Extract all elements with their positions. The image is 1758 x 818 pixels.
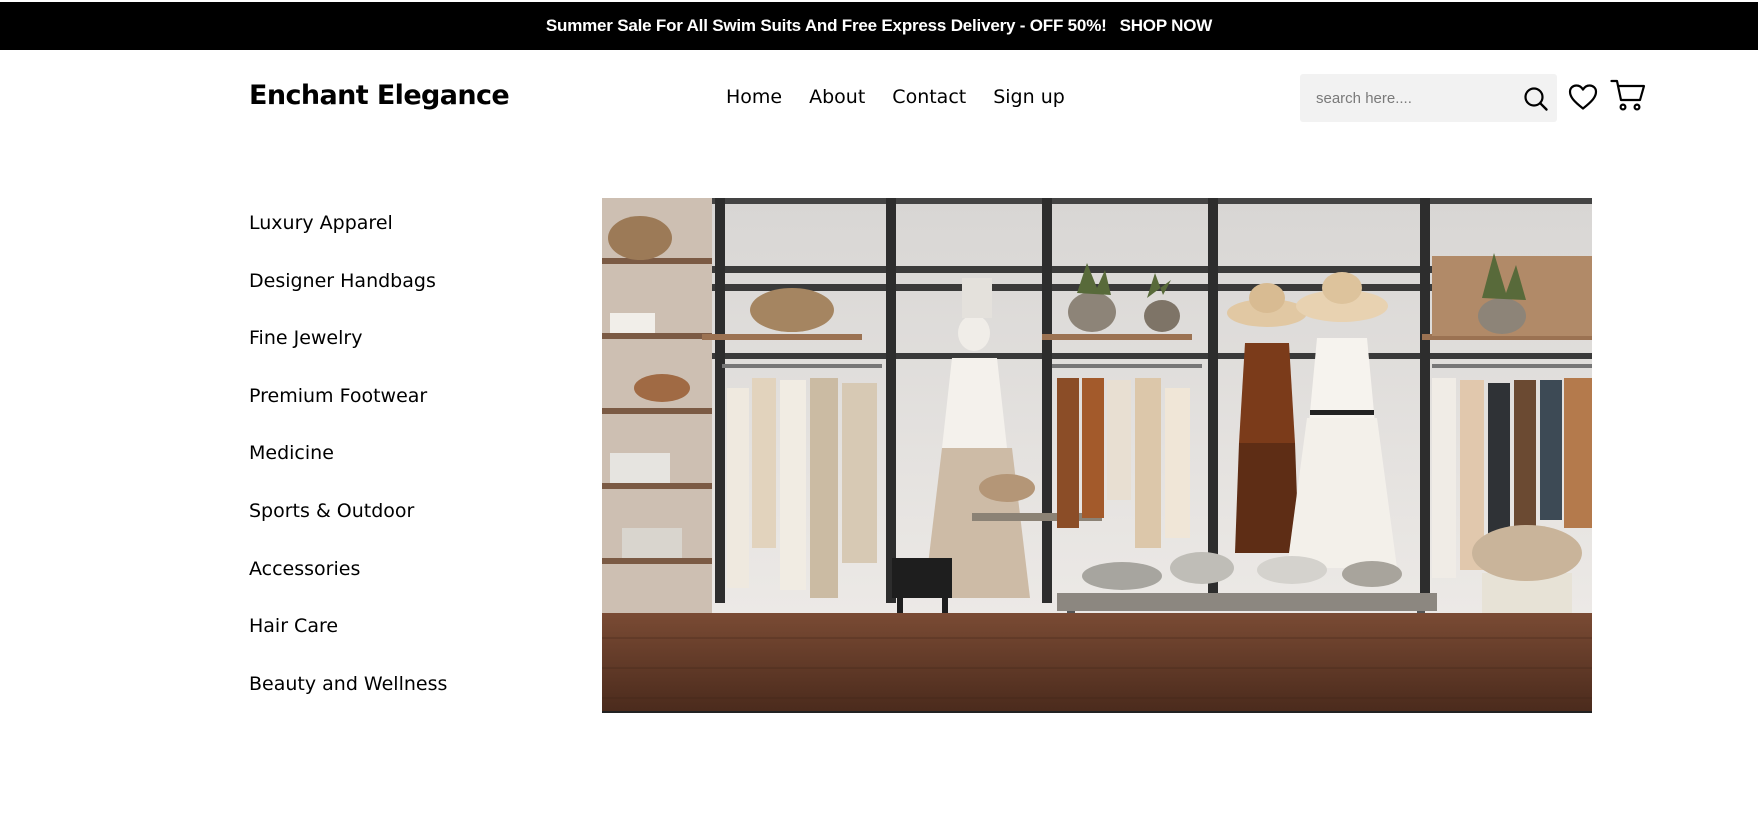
category-premium-footwear[interactable]: Premium Footwear: [249, 385, 427, 407]
category-item[interactable]: Premium Footwear: [249, 382, 447, 440]
main-nav: Home About Contact Sign up: [726, 86, 1065, 108]
nav-home[interactable]: Home: [726, 86, 782, 108]
heart-icon[interactable]: [1568, 83, 1598, 111]
category-medicine[interactable]: Medicine: [249, 442, 334, 464]
search-icon[interactable]: [1523, 86, 1549, 112]
category-item[interactable]: Fine Jewelry: [249, 324, 447, 382]
category-designer-handbags[interactable]: Designer Handbags: [249, 270, 436, 292]
site-logo[interactable]: Enchant Elegance: [249, 80, 510, 111]
category-item[interactable]: Sports & Outdoor: [249, 497, 447, 555]
nav-sign-up[interactable]: Sign up: [993, 86, 1065, 108]
category-hair-care[interactable]: Hair Care: [249, 615, 338, 637]
hero-banner-image[interactable]: [602, 198, 1592, 713]
category-item[interactable]: Hair Care: [249, 612, 447, 670]
category-accessories[interactable]: Accessories: [249, 558, 360, 580]
promo-banner: Summer Sale For All Swim Suits And Free …: [0, 2, 1758, 50]
category-luxury-apparel[interactable]: Luxury Apparel: [249, 212, 393, 234]
category-item[interactable]: Designer Handbags: [249, 267, 447, 325]
category-sports-outdoor[interactable]: Sports & Outdoor: [249, 500, 414, 522]
nav-contact[interactable]: Contact: [892, 86, 966, 108]
site-header: Enchant Elegance Home About Contact Sign…: [0, 50, 1758, 146]
promo-text: Summer Sale For All Swim Suits And Free …: [545, 16, 1107, 35]
search-box: [1300, 74, 1557, 122]
nav-about[interactable]: About: [809, 86, 865, 108]
category-item[interactable]: Luxury Apparel: [249, 209, 447, 267]
cart-icon[interactable]: [1610, 78, 1646, 112]
category-item[interactable]: Accessories: [249, 555, 447, 613]
shop-now-link[interactable]: SHOP NOW: [1120, 16, 1213, 36]
category-fine-jewelry[interactable]: Fine Jewelry: [249, 327, 362, 349]
category-beauty-wellness[interactable]: Beauty and Wellness: [249, 673, 447, 695]
search-input[interactable]: [1300, 74, 1510, 122]
category-item[interactable]: Beauty and Wellness: [249, 670, 447, 728]
boutique-interior-illustration: [602, 198, 1592, 711]
category-list: Luxury Apparel Designer Handbags Fine Je…: [249, 209, 447, 727]
category-item[interactable]: Medicine: [249, 439, 447, 497]
